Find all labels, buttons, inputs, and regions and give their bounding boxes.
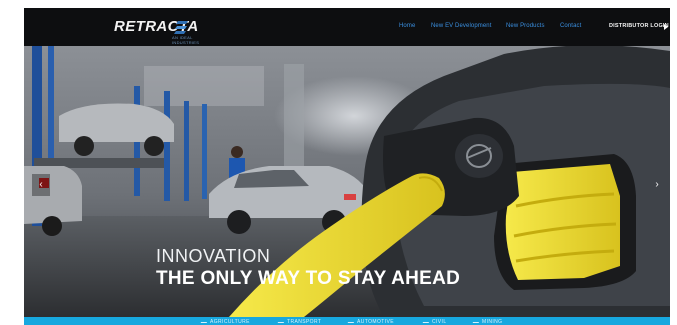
- hero-slider: ‹ › INNOVATION THE ONLY WAY TO STAY AHEA…: [24, 46, 670, 317]
- nav-contact-link[interactable]: Contact: [560, 23, 581, 29]
- hero-headline-secondary: THE ONLY WAY TO STAY AHEAD: [156, 268, 461, 289]
- industry-label: TRANSPORT: [287, 319, 322, 325]
- logo-tagline: AN IDEAL INDUSTRIES: [172, 35, 200, 45]
- industry-link-civil[interactable]: CIVIL: [422, 318, 447, 325]
- industry-link-mining[interactable]: MINING: [472, 318, 503, 325]
- site-header: RETRACTA AN IDEAL INDUSTRIES Home New EV…: [24, 8, 670, 46]
- industry-label: AUTOMOTIVE: [357, 319, 394, 325]
- civil-icon: [422, 318, 432, 323]
- play-arrow-icon[interactable]: [664, 24, 668, 30]
- transport-icon: [277, 318, 287, 323]
- automotive-icon: [347, 318, 357, 323]
- nav-ev-development-link[interactable]: New EV Development: [431, 23, 492, 29]
- chevron-right-icon: ›: [655, 179, 659, 190]
- slider-next-button[interactable]: ›: [648, 174, 666, 196]
- mining-icon: [472, 318, 482, 323]
- distributor-login-link[interactable]: DISTRIBUTOR LOGIN: [609, 23, 669, 29]
- industry-link-automotive[interactable]: AUTOMOTIVE: [347, 318, 394, 325]
- nav-new-products-link[interactable]: New Products: [506, 23, 545, 29]
- page-frame: RETRACTA AN IDEAL INDUSTRIES Home New EV…: [24, 8, 670, 325]
- agriculture-icon: [200, 318, 210, 323]
- logo-stripes-icon: [174, 21, 188, 34]
- industry-nav-bar: AGRICULTURE TRANSPORT AUTOMOTIVE CIVIL M…: [24, 317, 670, 325]
- retracta-logo[interactable]: RETRACTA AN IDEAL INDUSTRIES: [114, 18, 199, 46]
- slider-prev-button[interactable]: ‹: [32, 174, 50, 196]
- nav-home-link[interactable]: Home: [399, 23, 415, 29]
- industry-label: MINING: [482, 319, 503, 325]
- industry-label: CIVIL: [432, 319, 447, 325]
- industry-link-agriculture[interactable]: AGRICULTURE: [200, 318, 250, 325]
- industry-label: AGRICULTURE: [210, 319, 250, 325]
- industry-link-transport[interactable]: TRANSPORT: [277, 318, 322, 325]
- hero-headline-primary: INNOVATION: [156, 246, 271, 266]
- chevron-left-icon: ‹: [39, 179, 43, 190]
